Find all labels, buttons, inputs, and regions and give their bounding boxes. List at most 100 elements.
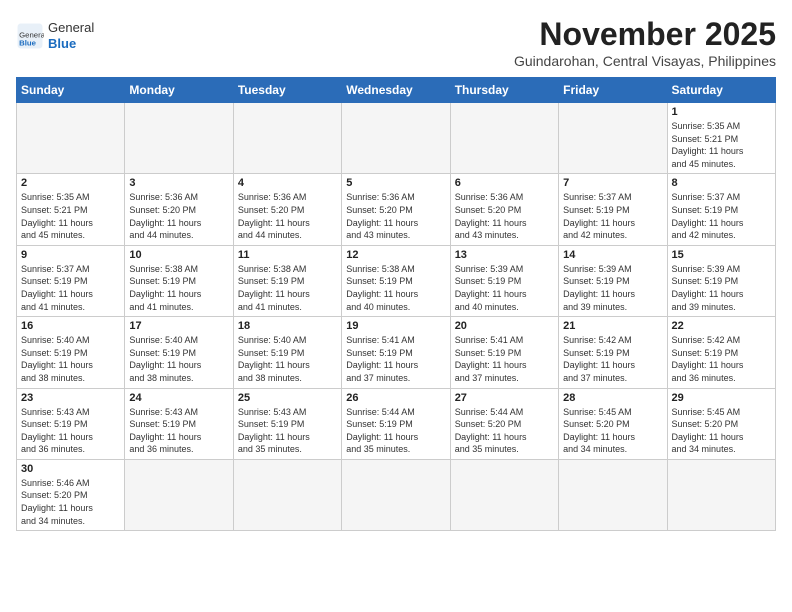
logo-blue: Blue xyxy=(48,36,76,51)
calendar-day-cell: 21 Sunrise: 5:42 AM Sunset: 5:19 PM Dayli… xyxy=(559,317,667,388)
weekday-header-sunday: Sunday xyxy=(17,78,125,103)
weekday-header-row: SundayMondayTuesdayWednesdayThursdayFrid… xyxy=(17,78,776,103)
day-info: Sunrise: 5:42 AM Sunset: 5:19 PM Dayligh… xyxy=(563,334,662,384)
day-number: 17 xyxy=(129,320,228,332)
day-info: Sunrise: 5:36 AM Sunset: 5:20 PM Dayligh… xyxy=(346,191,445,241)
day-number: 25 xyxy=(238,392,337,404)
weekday-header-thursday: Thursday xyxy=(450,78,558,103)
day-number: 13 xyxy=(455,249,554,261)
day-info: Sunrise: 5:39 AM Sunset: 5:19 PM Dayligh… xyxy=(563,263,662,313)
calendar-day-cell: 18 Sunrise: 5:40 AM Sunset: 5:19 PM Dayli… xyxy=(233,317,341,388)
day-info: Sunrise: 5:38 AM Sunset: 5:19 PM Dayligh… xyxy=(238,263,337,313)
day-number: 8 xyxy=(672,177,771,189)
calendar-day-cell: 19Sunrise: 5:41 AM Sunset: 5:19 PM Dayli… xyxy=(342,317,450,388)
day-info: Sunrise: 5:37 AM Sunset: 5:19 PM Dayligh… xyxy=(672,191,771,241)
calendar-day-cell: 25 Sunrise: 5:43 AM Sunset: 5:19 PM Dayli… xyxy=(233,388,341,459)
day-number: 22 xyxy=(672,320,771,332)
logo: General Blue General Blue xyxy=(16,16,94,51)
calendar-day-cell: 26 Sunrise: 5:44 AM Sunset: 5:19 PM Dayli… xyxy=(342,388,450,459)
day-info: Sunrise: 5:38 AM Sunset: 5:19 PM Dayligh… xyxy=(129,263,228,313)
day-info: Sunrise: 5:40 AM Sunset: 5:19 PM Dayligh… xyxy=(238,334,337,384)
day-number: 11 xyxy=(238,249,337,261)
calendar-day-cell: 17Sunrise: 5:40 AM Sunset: 5:19 PM Dayli… xyxy=(125,317,233,388)
day-number: 5 xyxy=(346,177,445,189)
calendar-day-cell: 12 Sunrise: 5:38 AM Sunset: 5:19 PM Dayli… xyxy=(342,245,450,316)
calendar-day-cell: 13 Sunrise: 5:39 AM Sunset: 5:19 PM Dayli… xyxy=(450,245,558,316)
day-info: Sunrise: 5:39 AM Sunset: 5:19 PM Dayligh… xyxy=(455,263,554,313)
day-number: 29 xyxy=(672,392,771,404)
weekday-header-wednesday: Wednesday xyxy=(342,78,450,103)
day-number: 26 xyxy=(346,392,445,404)
calendar-day-cell xyxy=(450,103,558,174)
day-number: 24 xyxy=(129,392,228,404)
calendar-day-cell: 5 Sunrise: 5:36 AM Sunset: 5:20 PM Daylig… xyxy=(342,174,450,245)
calendar-day-cell xyxy=(125,103,233,174)
calendar-day-cell: 4Sunrise: 5:36 AM Sunset: 5:20 PM Daylig… xyxy=(233,174,341,245)
logo-text: General Blue xyxy=(48,20,94,51)
calendar-week-row: 9 Sunrise: 5:37 AM Sunset: 5:19 PM Daylig… xyxy=(17,245,776,316)
day-info: Sunrise: 5:36 AM Sunset: 5:20 PM Dayligh… xyxy=(129,191,228,241)
day-info: Sunrise: 5:38 AM Sunset: 5:19 PM Dayligh… xyxy=(346,263,445,313)
calendar-day-cell: 6 Sunrise: 5:36 AM Sunset: 5:20 PM Daylig… xyxy=(450,174,558,245)
calendar-day-cell: 9 Sunrise: 5:37 AM Sunset: 5:19 PM Daylig… xyxy=(17,245,125,316)
day-number: 12 xyxy=(346,249,445,261)
calendar-week-row: 23 Sunrise: 5:43 AM Sunset: 5:19 PM Dayli… xyxy=(17,388,776,459)
day-number: 1 xyxy=(672,106,771,118)
calendar-day-cell: 24 Sunrise: 5:43 AM Sunset: 5:19 PM Dayli… xyxy=(125,388,233,459)
day-info: Sunrise: 5:43 AM Sunset: 5:19 PM Dayligh… xyxy=(238,406,337,456)
day-number: 9 xyxy=(21,249,120,261)
calendar-day-cell: 29Sunrise: 5:45 AM Sunset: 5:20 PM Dayli… xyxy=(667,388,775,459)
day-info: Sunrise: 5:35 AM Sunset: 5:21 PM Dayligh… xyxy=(672,120,771,170)
day-info: Sunrise: 5:37 AM Sunset: 5:19 PM Dayligh… xyxy=(21,263,120,313)
month-year-title: November 2025 xyxy=(514,16,776,53)
day-number: 7 xyxy=(563,177,662,189)
day-info: Sunrise: 5:36 AM Sunset: 5:20 PM Dayligh… xyxy=(238,191,337,241)
day-number: 20 xyxy=(455,320,554,332)
day-number: 10 xyxy=(129,249,228,261)
day-number: 18 xyxy=(238,320,337,332)
calendar-day-cell xyxy=(342,459,450,530)
calendar-day-cell: 7 Sunrise: 5:37 AM Sunset: 5:19 PM Daylig… xyxy=(559,174,667,245)
day-info: Sunrise: 5:43 AM Sunset: 5:19 PM Dayligh… xyxy=(129,406,228,456)
location-subtitle: Guindarohan, Central Visayas, Philippine… xyxy=(514,53,776,69)
day-info: Sunrise: 5:36 AM Sunset: 5:20 PM Dayligh… xyxy=(455,191,554,241)
calendar-day-cell: 27 Sunrise: 5:44 AM Sunset: 5:20 PM Dayli… xyxy=(450,388,558,459)
calendar-week-row: 16 Sunrise: 5:40 AM Sunset: 5:19 PM Dayli… xyxy=(17,317,776,388)
weekday-header-monday: Monday xyxy=(125,78,233,103)
day-info: Sunrise: 5:46 AM Sunset: 5:20 PM Dayligh… xyxy=(21,477,120,527)
day-number: 6 xyxy=(455,177,554,189)
calendar-table: SundayMondayTuesdayWednesdayThursdayFrid… xyxy=(16,77,776,531)
title-section: November 2025 Guindarohan, Central Visay… xyxy=(514,16,776,69)
calendar-day-cell: 30Sunrise: 5:46 AM Sunset: 5:20 PM Dayli… xyxy=(17,459,125,530)
calendar-day-cell: 16 Sunrise: 5:40 AM Sunset: 5:19 PM Dayli… xyxy=(17,317,125,388)
day-number: 15 xyxy=(672,249,771,261)
calendar-day-cell: 3 Sunrise: 5:36 AM Sunset: 5:20 PM Daylig… xyxy=(125,174,233,245)
day-info: Sunrise: 5:44 AM Sunset: 5:19 PM Dayligh… xyxy=(346,406,445,456)
day-number: 27 xyxy=(455,392,554,404)
day-number: 2 xyxy=(21,177,120,189)
day-info: Sunrise: 5:39 AM Sunset: 5:19 PM Dayligh… xyxy=(672,263,771,313)
day-number: 3 xyxy=(129,177,228,189)
day-number: 19 xyxy=(346,320,445,332)
day-number: 16 xyxy=(21,320,120,332)
page-header: General Blue General Blue November 2025 … xyxy=(16,16,776,69)
calendar-week-row: 2 Sunrise: 5:35 AM Sunset: 5:21 PM Daylig… xyxy=(17,174,776,245)
day-info: Sunrise: 5:40 AM Sunset: 5:19 PM Dayligh… xyxy=(21,334,120,384)
calendar-day-cell xyxy=(17,103,125,174)
day-number: 23 xyxy=(21,392,120,404)
calendar-day-cell xyxy=(342,103,450,174)
day-number: 14 xyxy=(563,249,662,261)
day-info: Sunrise: 5:44 AM Sunset: 5:20 PM Dayligh… xyxy=(455,406,554,456)
weekday-header-saturday: Saturday xyxy=(667,78,775,103)
calendar-day-cell xyxy=(450,459,558,530)
svg-text:Blue: Blue xyxy=(19,38,37,47)
day-info: Sunrise: 5:35 AM Sunset: 5:21 PM Dayligh… xyxy=(21,191,120,241)
calendar-day-cell: 22Sunrise: 5:42 AM Sunset: 5:19 PM Dayli… xyxy=(667,317,775,388)
calendar-day-cell: 28Sunrise: 5:45 AM Sunset: 5:20 PM Dayli… xyxy=(559,388,667,459)
day-number: 21 xyxy=(563,320,662,332)
weekday-header-tuesday: Tuesday xyxy=(233,78,341,103)
calendar-day-cell: 14 Sunrise: 5:39 AM Sunset: 5:19 PM Dayli… xyxy=(559,245,667,316)
weekday-header-friday: Friday xyxy=(559,78,667,103)
calendar-day-cell xyxy=(667,459,775,530)
day-info: Sunrise: 5:37 AM Sunset: 5:19 PM Dayligh… xyxy=(563,191,662,241)
